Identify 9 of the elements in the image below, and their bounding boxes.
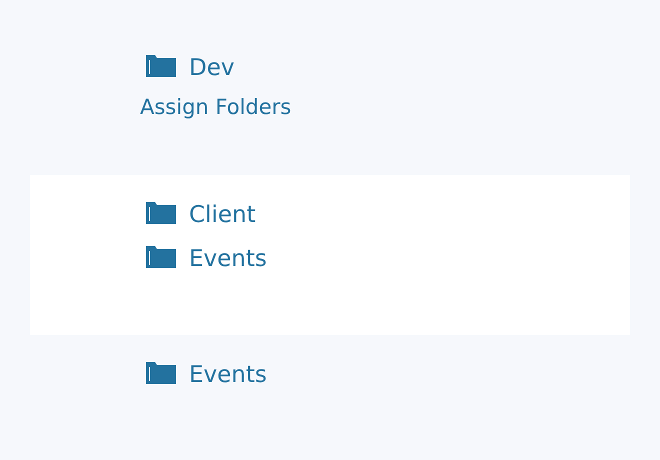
folder-name[interactable]: Client — [189, 202, 256, 228]
folder-name[interactable]: Dev — [189, 55, 234, 81]
folder-name[interactable]: Events — [189, 362, 267, 388]
folder-name[interactable]: Events — [189, 246, 267, 272]
folder-icon — [146, 362, 176, 384]
folder-icon — [146, 246, 176, 268]
folder-icon — [146, 202, 176, 224]
section-title: Assign Folders — [140, 94, 292, 121]
folder-icon — [146, 55, 176, 77]
